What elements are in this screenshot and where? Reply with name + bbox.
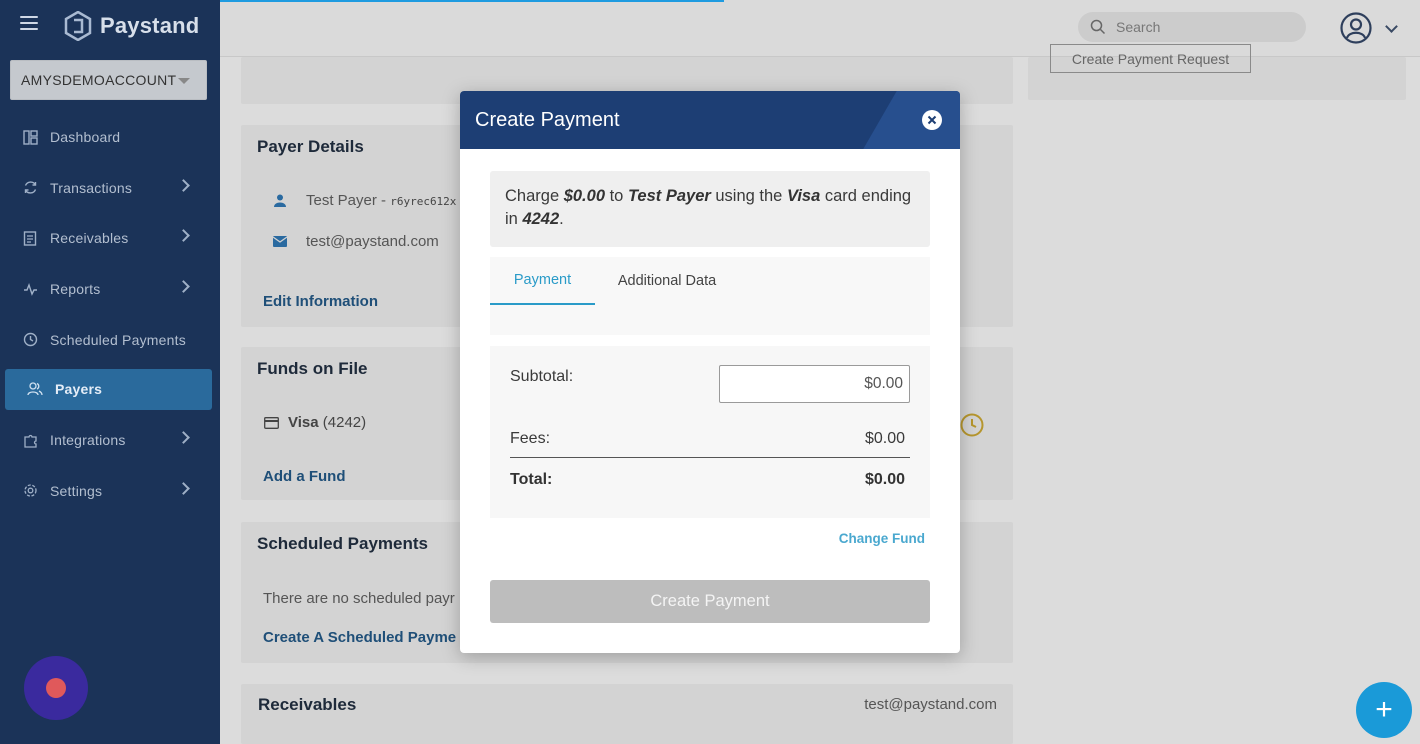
total-value: $0.00 [864,471,905,488]
summary-text: . [559,210,564,228]
payment-summary: Charge $0.00 to Test Payer using the Vis… [490,171,930,247]
summary-last4: 4242 [522,210,560,228]
modal-tabs: Payment Additional Data [490,257,930,335]
total-label: Total: [510,471,553,488]
summary-card: Visa [786,187,821,205]
modal-title: Create Payment [475,109,620,131]
summary-text: Charge [505,187,564,205]
tab-additional-data[interactable]: Additional Data [602,257,732,305]
modal-header: Create Payment [460,91,960,149]
change-fund-link[interactable]: Change Fund [839,531,925,546]
divider [510,457,910,458]
loading-progress-bar [220,0,724,2]
subtotal-label: Subtotal: [510,368,574,385]
summary-text: using the [710,187,787,205]
summary-amount: $0.00 [563,187,605,205]
fees-value: $0.00 [864,430,905,447]
close-icon [927,115,937,125]
summary-payer: Test Payer [627,187,711,205]
header-accent [863,91,960,149]
create-payment-button[interactable]: Create Payment [490,580,930,623]
close-button[interactable] [922,110,942,130]
tab-payment[interactable]: Payment [490,257,595,305]
create-payment-modal: Create Payment Charge $0.00 to Test Paye… [460,91,960,653]
payment-calculation: Subtotal: Fees: $0.00 Total: $0.00 [490,346,930,518]
subtotal-input[interactable] [719,365,910,403]
fees-label: Fees: [510,430,551,447]
summary-text: to [605,187,628,205]
